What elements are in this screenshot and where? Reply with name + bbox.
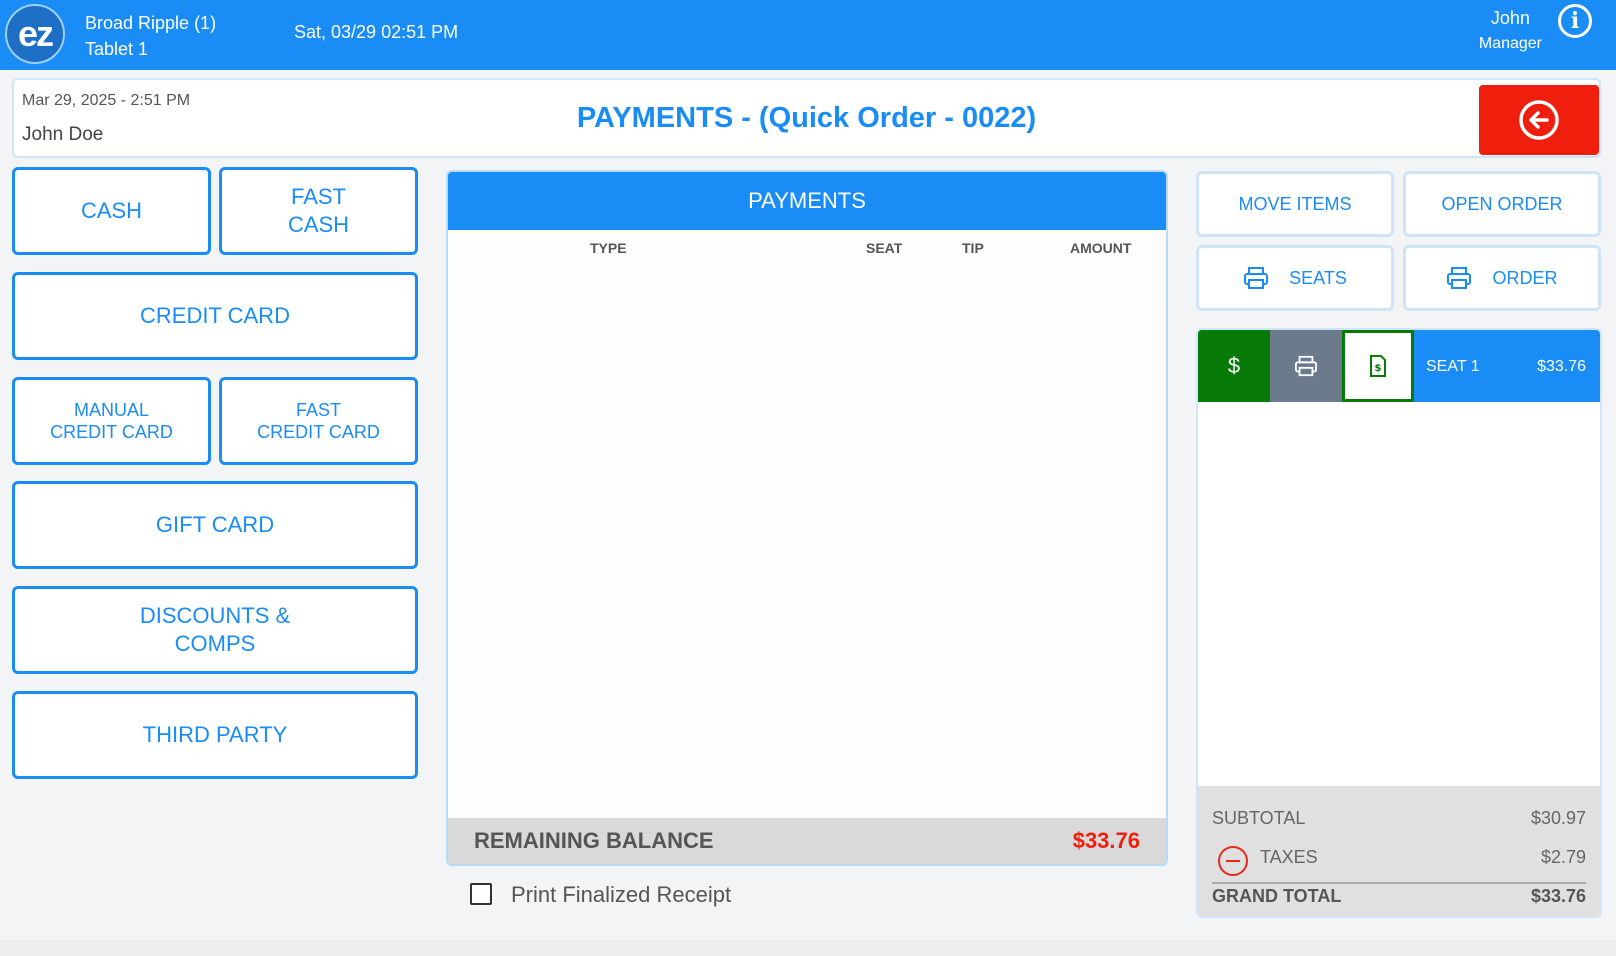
print-order-label: ORDER [1492, 267, 1558, 288]
credit-card-button[interactable]: CREDIT CARD [12, 272, 418, 360]
user-info[interactable]: John Manager [1479, 6, 1542, 56]
bottom-strip [0, 940, 1616, 956]
seat-pay-button[interactable]: $ [1198, 330, 1270, 402]
manual-credit-card-button[interactable]: MANUAL CREDIT CARD [12, 377, 211, 465]
location-name: Broad Ripple (1) [85, 13, 217, 33]
third-party-button[interactable]: THIRD PARTY [12, 691, 418, 779]
manual-cc-label-line1: MANUAL [73, 400, 149, 420]
remaining-balance-value: $33.76 [1072, 828, 1140, 853]
fast-cash-button[interactable]: FAST CASH [219, 167, 418, 255]
fast-cash-label-line2: CASH [287, 212, 350, 237]
dollar-icon: $ [1227, 353, 1241, 378]
print-seats-label: SEATS [1289, 267, 1347, 288]
column-tip: TIP [962, 240, 984, 256]
seat-amount: $33.76 [1537, 358, 1586, 375]
user-role: Manager [1478, 35, 1542, 52]
column-type: TYPE [590, 240, 627, 256]
taxes-label: TAXES [1260, 847, 1318, 867]
order-header: Mar 29, 2025 - 2:51 PM John Doe PAYMENTS… [12, 78, 1601, 158]
discounts-label-line1: DISCOUNTS & [139, 603, 291, 628]
seat-receipt-button[interactable]: $ [1342, 330, 1414, 402]
gift-card-button[interactable]: GIFT CARD [12, 481, 418, 569]
payments-panel: PAYMENTS TYPE SEAT TIP AMOUNT REMAINING … [446, 170, 1168, 866]
totals-section: SUBTOTAL $30.97 TAXES $2.79 GRAND TOTAL … [1198, 786, 1600, 916]
third-party-label: THIRD PARTY [142, 722, 288, 747]
remove-tax-icon[interactable] [1218, 846, 1248, 876]
cash-button[interactable]: CASH [12, 167, 211, 255]
seat-label: SEAT 1 [1426, 358, 1480, 375]
back-button[interactable] [1479, 85, 1599, 155]
seat-print-button[interactable] [1270, 330, 1342, 402]
svg-text:$: $ [1375, 363, 1382, 374]
fast-cc-label-line1: FAST [295, 400, 341, 420]
print-seats-button[interactable]: SEATS [1196, 245, 1394, 311]
discounts-comps-button[interactable]: DISCOUNTS & COMPS [12, 586, 418, 674]
payments-panel-title: PAYMENTS [448, 172, 1166, 230]
fast-cash-label-line1: FAST [290, 184, 346, 209]
print-order-button[interactable]: ORDER [1403, 245, 1601, 311]
discounts-label-line2: COMPS [174, 631, 256, 656]
divider [1212, 882, 1586, 884]
device-name: Tablet 1 [85, 39, 149, 59]
location-info: Broad Ripple (1) Tablet 1 [85, 10, 216, 62]
printer-icon [1447, 267, 1472, 289]
subtotal-row: SUBTOTAL $30.97 [1212, 808, 1586, 829]
subtotal-label: SUBTOTAL [1212, 808, 1306, 828]
fast-cc-label-line2: CREDIT CARD [257, 422, 380, 442]
column-amount: AMOUNT [1070, 240, 1132, 256]
info-icon[interactable]: i [1558, 4, 1592, 38]
open-order-button[interactable]: OPEN ORDER [1403, 171, 1601, 237]
cash-button-label: CASH [80, 198, 143, 223]
manual-cc-label-line2: CREDIT CARD [50, 422, 173, 442]
taxes-row: TAXES $2.79 [1260, 847, 1586, 868]
subtotal-value: $30.97 [1530, 808, 1586, 828]
fast-credit-card-button[interactable]: FAST CREDIT CARD [219, 377, 418, 465]
printer-icon [1244, 267, 1269, 289]
seat-row[interactable]: $ $ SEAT 1 $33.76 [1198, 330, 1600, 402]
top-bar: ez Broad Ripple (1) Tablet 1 Sat, 03/29 … [0, 0, 1616, 70]
open-order-label: OPEN ORDER [1441, 193, 1563, 214]
remaining-balance-bar: REMAINING BALANCE $33.76 [448, 818, 1166, 864]
arrow-left-circle-icon [1519, 100, 1559, 140]
gift-card-label: GIFT CARD [155, 512, 275, 537]
move-items-label: MOVE ITEMS [1238, 193, 1352, 214]
credit-card-label: CREDIT CARD [140, 303, 290, 328]
column-seat: SEAT [866, 240, 903, 256]
grand-total-label: GRAND TOTAL [1212, 886, 1342, 906]
remaining-balance-label: REMAINING BALANCE [474, 828, 714, 853]
ez-logo: ez [5, 4, 65, 64]
receipt-dollar-icon: $ [1370, 355, 1386, 377]
print-receipt-checkbox[interactable] [470, 883, 492, 905]
seat-panel: $ $ SEAT 1 $33.76 SUBTOTAL $30.97 TAXES … [1196, 328, 1602, 918]
printer-icon [1295, 355, 1317, 377]
taxes-value: $2.79 [1540, 847, 1586, 867]
print-receipt-label[interactable]: Print Finalized Receipt [511, 882, 731, 908]
page-title: PAYMENTS - (Quick Order - 0022) [576, 102, 1037, 134]
grand-total-row: GRAND TOTAL $33.76 [1212, 886, 1586, 907]
grand-total-value: $33.76 [1530, 886, 1586, 906]
current-datetime: Sat, 03/29 02:51 PM [294, 22, 459, 42]
move-items-button[interactable]: MOVE ITEMS [1196, 171, 1394, 237]
user-name: John [1490, 8, 1530, 28]
